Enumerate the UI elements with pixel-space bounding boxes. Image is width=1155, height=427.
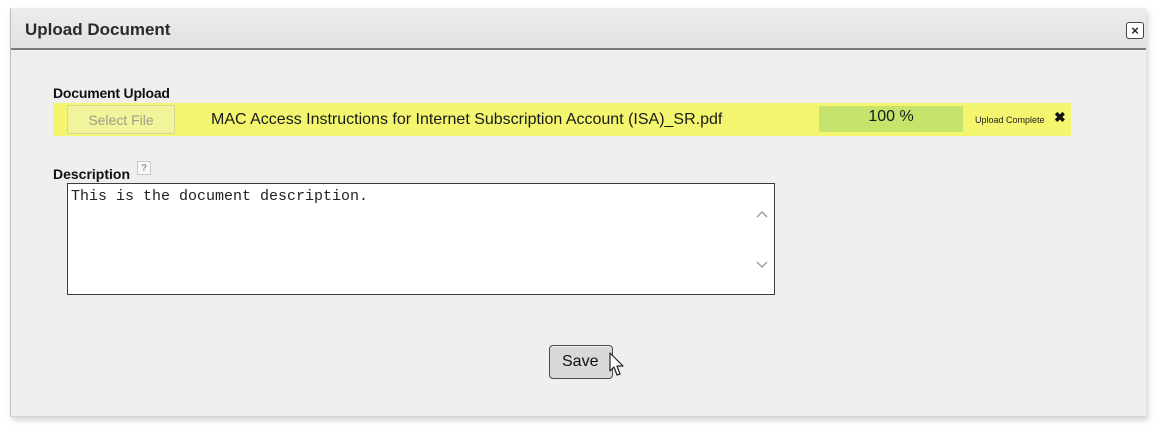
upload-progress-text: 100 % xyxy=(868,108,914,125)
help-icon[interactable]: ? xyxy=(137,161,151,175)
upload-document-dialog: Upload Document × Document Upload Select… xyxy=(10,8,1146,417)
dialog-titlebar: Upload Document × xyxy=(11,8,1146,50)
remove-upload-icon[interactable]: ✖ xyxy=(1054,109,1066,126)
dialog-title: Upload Document xyxy=(25,20,171,39)
select-file-button[interactable]: Select File xyxy=(67,105,175,134)
scroll-down-icon[interactable] xyxy=(754,257,770,273)
save-button[interactable]: Save xyxy=(549,345,613,379)
scroll-up-icon[interactable] xyxy=(754,206,770,222)
description-text: This is the document description. xyxy=(71,188,369,205)
description-label: Description xyxy=(53,166,131,182)
uploaded-file-name: MAC Access Instructions for Internet Sub… xyxy=(211,111,723,128)
document-upload-label: Document Upload xyxy=(53,85,170,101)
upload-progress-bar: 100 % xyxy=(819,106,963,132)
description-textarea[interactable]: This is the document description. xyxy=(67,183,775,295)
upload-status-text: Upload Complete xyxy=(975,115,1045,125)
close-button[interactable]: × xyxy=(1126,22,1144,39)
mouse-cursor-icon xyxy=(609,352,624,376)
upload-row: Select File MAC Access Instructions for … xyxy=(53,103,1071,136)
